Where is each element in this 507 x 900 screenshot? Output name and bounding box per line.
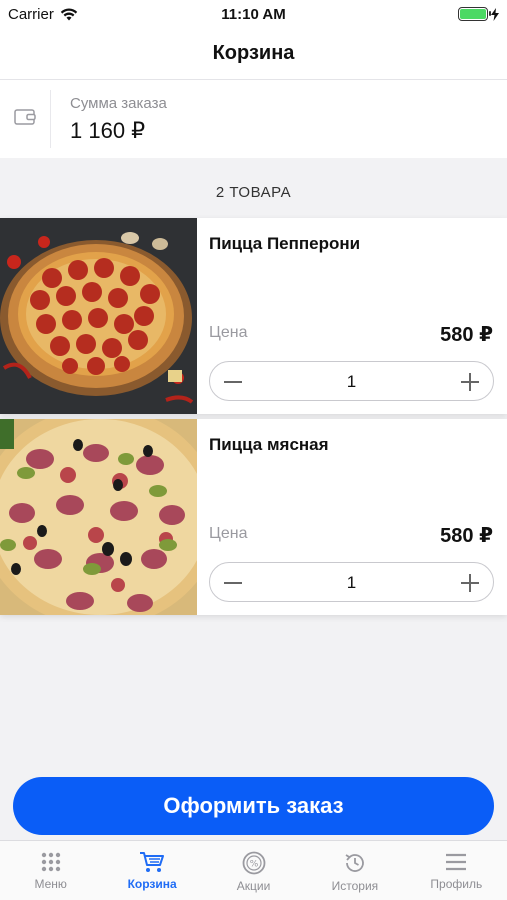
- history-icon: [345, 854, 364, 872]
- tab-label: Акции: [236, 879, 271, 893]
- order-summary: Сумма заказа 1 160 ₽: [0, 80, 507, 158]
- tab-label: Профиль: [430, 877, 483, 891]
- tab-profile[interactable]: Профиль: [406, 841, 507, 900]
- tab-cart[interactable]: Корзина: [101, 841, 202, 900]
- status-bar: Carrier 11:10 AM: [0, 0, 507, 28]
- plus-icon[interactable]: [459, 371, 481, 393]
- tab-menu[interactable]: Меню: [0, 841, 101, 900]
- grid-icon: [41, 852, 60, 872]
- wifi-icon: [60, 8, 78, 20]
- tab-bar: Меню Корзина % Акции История Профиль: [0, 840, 507, 900]
- tab-promotions[interactable]: % Акции: [203, 841, 304, 900]
- cart-item-pepperoni: Пицца Пепперони Цена 580 ₽ 1: [0, 218, 507, 414]
- svg-text:%: %: [249, 860, 258, 870]
- price-label: Цена: [209, 324, 248, 341]
- items-count: 2 ТОВАРА: [215, 184, 292, 201]
- summary-label: Сумма заказа: [70, 95, 167, 112]
- item-name: Пицца Пепперони: [209, 234, 361, 253]
- quantity-value: 1: [346, 573, 357, 592]
- price-label: Цена: [209, 525, 248, 542]
- item-name: Пицца мясная: [209, 435, 329, 454]
- battery-icon: [458, 7, 491, 21]
- cart-icon: [140, 852, 165, 872]
- pizza-meat-image: [0, 419, 197, 615]
- quantity-stepper: 1: [209, 361, 494, 401]
- menu-icon: [446, 853, 467, 871]
- summary-total: 1 160 ₽: [70, 118, 146, 143]
- wallet-icon: [14, 109, 36, 125]
- plus-icon[interactable]: [459, 572, 481, 594]
- quantity-value: 1: [346, 372, 357, 391]
- tab-label: Корзина: [127, 877, 177, 891]
- cart-item-meat: Пицца мясная Цена 580 ₽ 1: [0, 419, 507, 615]
- discount-icon: %: [242, 851, 265, 875]
- item-price: 580 ₽: [440, 324, 493, 346]
- charging-icon: [491, 7, 499, 21]
- pizza-pepperoni-image: [0, 218, 197, 414]
- summary-divider: [50, 90, 51, 148]
- tab-history[interactable]: История: [304, 841, 405, 900]
- checkout-button[interactable]: Оформить заказ: [13, 777, 494, 835]
- carrier-label: Carrier: [8, 5, 54, 23]
- quantity-stepper: 1: [209, 562, 494, 602]
- page-title: Корзина: [212, 42, 295, 64]
- navbar: Корзина: [0, 28, 507, 80]
- tab-label: История: [331, 879, 379, 893]
- tab-label: Меню: [34, 877, 67, 891]
- item-price: 580 ₽: [440, 525, 493, 547]
